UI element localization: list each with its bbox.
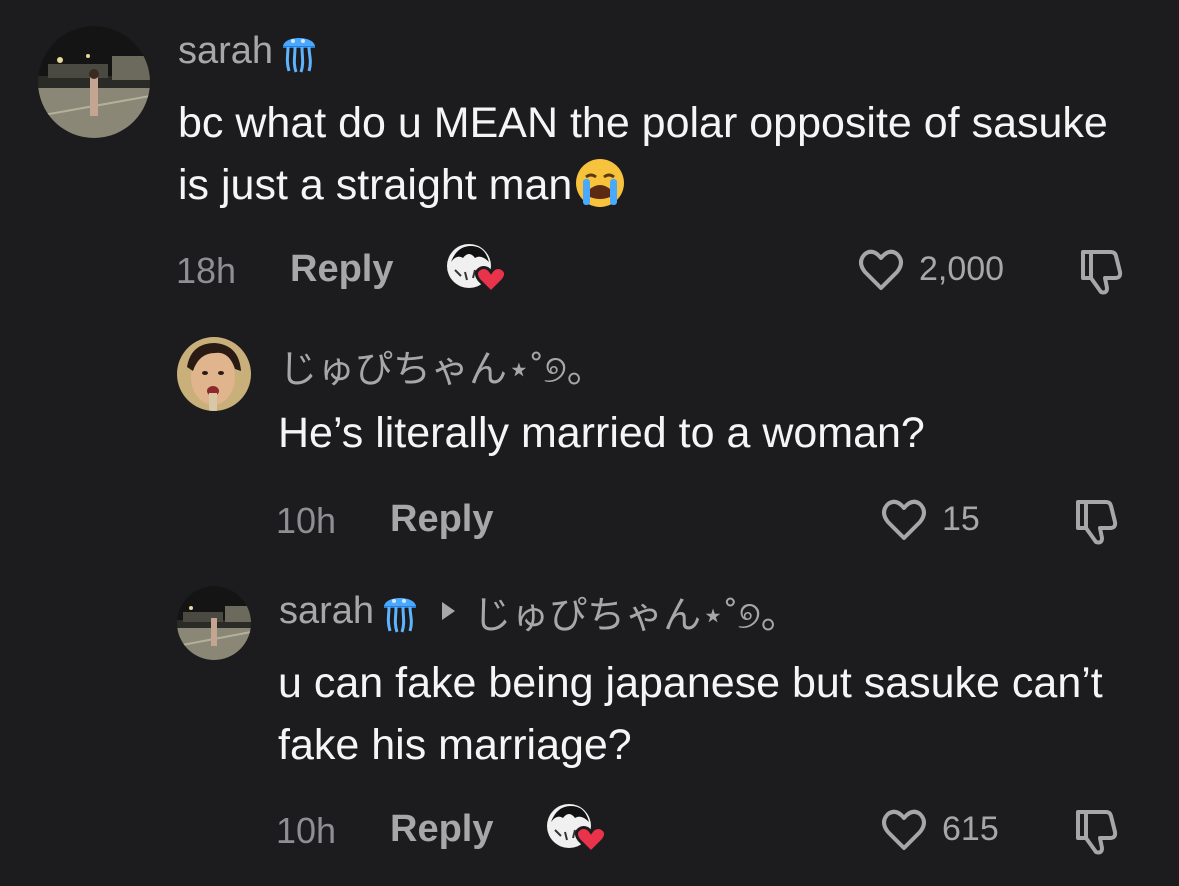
username[interactable]: じゅぴちゃん⋆˚୭。 [279,338,605,393]
reply-button[interactable]: Reply [290,248,393,291]
comment-text: bc what do u MEAN the polar opposite of … [178,99,1108,209]
jellyfish-icon [380,589,420,633]
avatar[interactable] [177,337,251,411]
reply-comment: sarah じゅぴちゃん⋆˚୭。 u can fake being japane… [0,560,1179,886]
avatar[interactable] [38,26,150,138]
avatar-photo [177,337,251,411]
username[interactable]: sarah [178,30,273,73]
heart-outline-icon[interactable] [857,246,905,292]
comment-username-row: じゅぴちゃん⋆˚୭。 [279,338,605,393]
like-control[interactable]: 2,000 [857,246,1004,292]
comment-text: u can fake being japanese but sasuke can… [278,659,1103,769]
comment-meta: 10h Reply 15 [0,490,1179,550]
liked-by-creator-icon [545,800,611,856]
avatar-photo [177,586,251,660]
comment-username-row: sarah [178,26,319,76]
avatar[interactable] [177,586,251,660]
comment-meta: 10h Reply 615 [0,800,1179,860]
heart-outline-icon[interactable] [880,806,928,852]
timestamp: 10h [276,810,337,851]
reply-to-arrow-icon [442,602,456,620]
reply-button[interactable]: Reply [390,808,493,851]
like-control[interactable]: 15 [880,496,980,542]
dislike-icon[interactable] [1070,496,1122,546]
comment-username-row: sarah じゅぴちゃん⋆˚୭。 [279,584,799,639]
like-count: 615 [942,809,999,848]
timestamp: 10h [276,500,337,541]
avatar-photo [38,26,150,138]
jellyfish-icon [279,29,319,73]
comment-thread: sarah bc what do u MEAN the polar opposi… [0,0,1179,886]
reply-button[interactable]: Reply [390,498,493,541]
dislike-icon[interactable] [1070,806,1122,856]
comment-meta: 18h Reply 2,000 [0,240,1179,300]
reply-comment: じゅぴちゃん⋆˚୭。 He’s literally married to a w… [0,320,1179,560]
reply-to-username[interactable]: じゅぴちゃん⋆˚୭。 [473,584,799,639]
like-control[interactable]: 615 [880,806,999,852]
liked-by-creator-icon [445,240,511,296]
loudly-crying-emoji-icon [574,157,626,209]
username[interactable]: sarah [279,590,374,633]
like-count: 2,000 [919,249,1005,288]
dislike-icon[interactable] [1075,246,1127,296]
timestamp: 18h [176,250,237,291]
comment: sarah bc what do u MEAN the polar opposi… [0,0,1179,320]
heart-outline-icon[interactable] [880,496,928,542]
like-count: 15 [942,499,980,538]
comment-text: He’s literally married to a woman? [278,409,925,457]
